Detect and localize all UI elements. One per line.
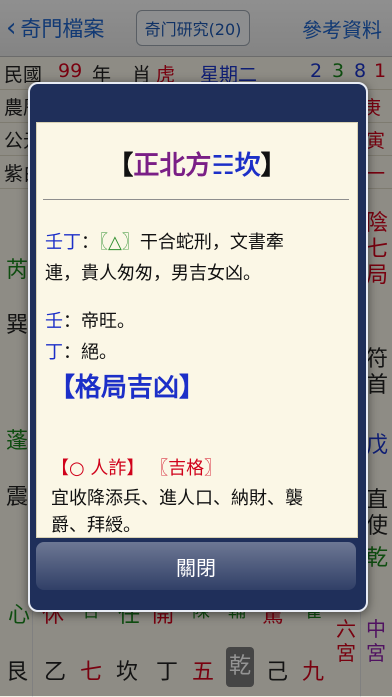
stem-state-line: 丁：絕。	[45, 337, 117, 368]
close-button[interactable]: 關閉	[36, 542, 356, 590]
dialog-title: 【正北方☵坎】	[37, 145, 357, 182]
interpretation-text: 連，貴人匆匆，男吉女凶。	[45, 263, 261, 284]
title-gua: 坎	[234, 151, 261, 181]
stem: 壬	[45, 311, 63, 332]
pattern-tag: 【○ 人詐】	[51, 458, 145, 479]
title-direction: 正北方	[133, 151, 212, 181]
pattern-text-line: 爵、拜綬。	[51, 514, 141, 538]
interpretation-text: 干合蛇刑，文書牽	[139, 232, 284, 253]
kan-trigram-icon: ☵	[211, 151, 235, 181]
colon: ：	[81, 232, 99, 253]
stem-pair: 壬丁	[45, 232, 81, 253]
pattern-tag: 〖吉格〗	[150, 458, 223, 479]
interpretation-line: 壬丁：〖△〗干合蛇刑，文書牽	[45, 227, 284, 258]
stem-state: ：帝旺。	[63, 311, 135, 332]
omen-tag: 〖△〗	[99, 232, 140, 253]
title-divider	[43, 199, 349, 200]
palace-info-dialog: 【正北方☵坎】 壬丁：〖△〗干合蛇刑，文書牽 連，貴人匆匆，男吉女凶。 壬：帝旺…	[28, 82, 368, 612]
pattern-text-line: 宜收降添兵、進人口、納財、襲	[51, 483, 303, 514]
dialog-content-panel: 【正北方☵坎】 壬丁：〖△〗干合蛇刑，文書牽 連，貴人匆匆，男吉女凶。 壬：帝旺…	[36, 122, 358, 538]
section-title: 【格局吉凶】	[49, 373, 206, 403]
pattern-tags-line: 【○ 人詐】 〖吉格〗	[51, 453, 222, 484]
interpretation-line: 連，貴人匆匆，男吉女凶。	[45, 258, 261, 289]
stem-state-line: 壬：帝旺。	[45, 306, 135, 337]
pattern-text: 爵、拜綬。	[51, 515, 141, 536]
stem: 丁	[45, 342, 63, 363]
stem-state: ：絕。	[63, 342, 117, 363]
title-bracket: 【	[107, 151, 134, 181]
title-bracket: 】	[260, 151, 287, 181]
pattern-text: 宜收降添兵、進人口、納財、襲	[51, 488, 303, 509]
